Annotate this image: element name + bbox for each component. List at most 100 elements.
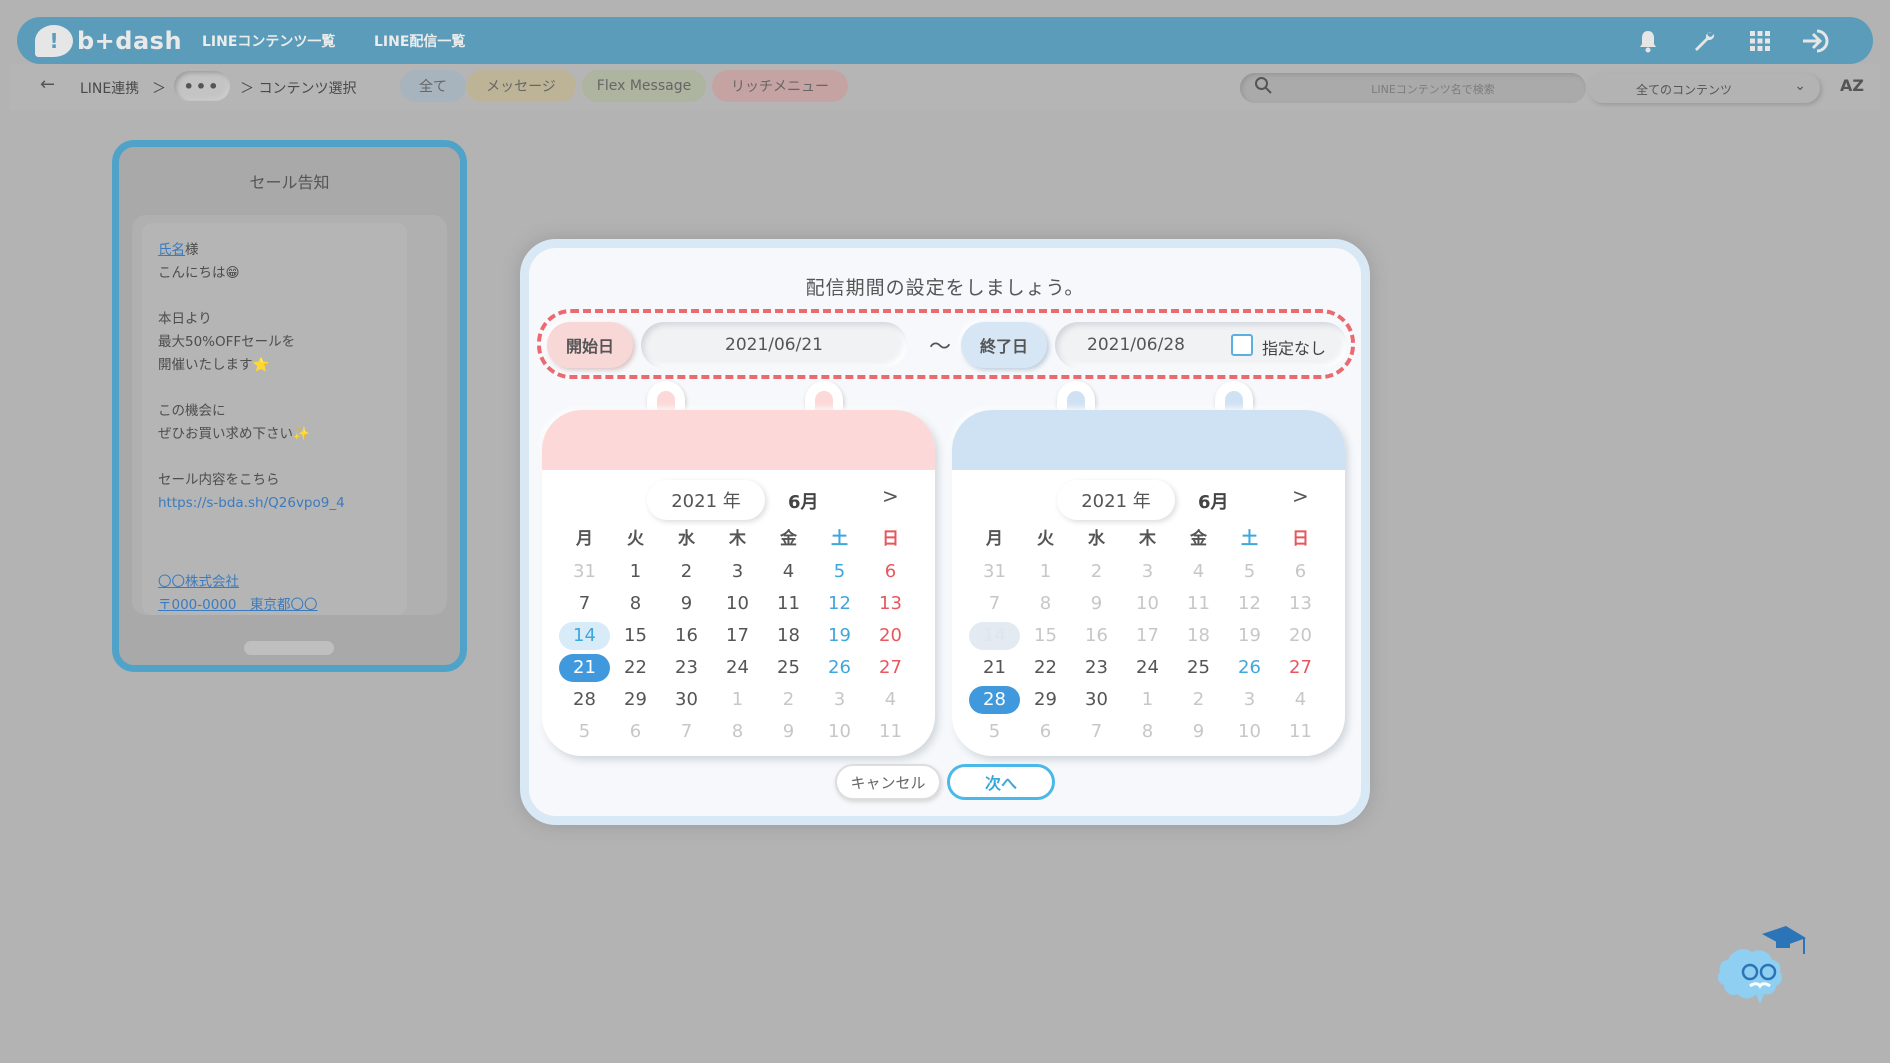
year-selector[interactable]: 2021 年 [647, 480, 765, 520]
calendar-day[interactable]: 10 [712, 590, 763, 618]
tab-rich-menu[interactable]: リッチメニュー [712, 70, 848, 102]
calendar-day: 17 [1136, 625, 1159, 646]
nav-line-contents[interactable]: LINEコンテンツ一覧 [202, 31, 335, 51]
calendar-day: 8 [1141, 721, 1154, 742]
content-preview-card[interactable]: セール告知 氏名様 こんにちは😁 本日より 最大50%OFFセールを 開催いたし… [112, 140, 467, 672]
calendar-grid: 月火水木金土日 31 1 2 3 4 5 6 7 8 9 10 11 12 13 14 15 16 17 18 19 20… [559, 522, 916, 748]
calendar-day[interactable]: 1 [610, 558, 661, 586]
calendar-day: 20 [1289, 625, 1312, 646]
calendar-day[interactable]: 7 [559, 590, 610, 618]
apps-grid-icon[interactable] [1745, 26, 1775, 56]
wrench-icon[interactable] [1689, 26, 1719, 56]
message-line: この機会に [158, 403, 226, 419]
calendar-day: 1 [731, 689, 744, 710]
calendar-day: 2 [1090, 561, 1103, 582]
calendar-day: 9 [782, 721, 795, 742]
calendar-day[interactable]: 3 [712, 558, 763, 586]
calendar-day: 7 [680, 721, 693, 742]
calendar-day[interactable]: 24 [712, 654, 763, 682]
calendar-day[interactable]: 11 [763, 590, 814, 618]
calendar-day[interactable]: 30 [661, 686, 712, 714]
calendar-day[interactable]: 14 [559, 622, 610, 650]
no-end-date-label[interactable]: 指定なし [1262, 335, 1326, 359]
calendar-day: 14 [969, 622, 1020, 650]
calendar-week-row: 5 6 7 8 9 10 11 [969, 716, 1326, 748]
calendar-day[interactable]: 20 [865, 622, 916, 650]
calendar-day-selected[interactable]: 28 [969, 686, 1020, 714]
calendar-day[interactable]: 30 [1071, 686, 1122, 714]
calendar-day: 11 [1187, 593, 1210, 614]
calendar-day[interactable]: 15 [610, 622, 661, 650]
tab-message[interactable]: メッセージ [466, 70, 576, 102]
calendar-day[interactable]: 13 [865, 590, 916, 618]
calendar-day[interactable]: 28 [559, 686, 610, 714]
sort-az-icon[interactable]: AZ [1840, 76, 1864, 95]
breadcrumb-more-button[interactable]: ••• [174, 71, 230, 101]
calendar-day[interactable]: 25 [763, 654, 814, 682]
toolbar: ← LINE連携 ＞ ••• ＞ コンテンツ選択 全て メッセージ Flex M… [10, 64, 1880, 110]
calendar-day[interactable]: 27 [865, 654, 916, 682]
calendar-day[interactable]: 23 [661, 654, 712, 682]
year-selector[interactable]: 2021 年 [1057, 480, 1175, 520]
cancel-button[interactable]: キャンセル [835, 764, 941, 800]
tab-flex-message[interactable]: Flex Message [582, 70, 706, 102]
calendar-day: 15 [1034, 625, 1057, 646]
breadcrumb-current: ＞ コンテンツ選択 [240, 81, 357, 97]
calendar-day[interactable]: 17 [712, 622, 763, 650]
calendar-day[interactable]: 4 [763, 558, 814, 586]
calendar-day[interactable]: 16 [661, 622, 712, 650]
calendar-day[interactable]: 6 [865, 558, 916, 586]
calendar-day[interactable]: 9 [661, 590, 712, 618]
calendar-day: 9 [1090, 593, 1103, 614]
calendar-day[interactable]: 22 [610, 654, 661, 682]
calendar-day[interactable]: 24 [1122, 654, 1173, 682]
logout-icon[interactable] [1801, 26, 1831, 56]
preview-home-bar [244, 641, 334, 655]
calendar-day: 11 [1289, 721, 1312, 742]
assistant-mascot-icon[interactable] [1710, 920, 1810, 1020]
calendar-day[interactable]: 23 [1071, 654, 1122, 682]
start-date-field[interactable]: 2021/06/21 [641, 322, 907, 368]
nav-line-deliveries[interactable]: LINE配信一覧 [374, 31, 465, 51]
calendar-header-band [542, 410, 935, 470]
next-month-button[interactable]: > [882, 484, 899, 508]
logo[interactable]: ! b+dash [35, 23, 182, 59]
calendar-day[interactable]: 12 [814, 590, 865, 618]
calendar-day[interactable]: 5 [814, 558, 865, 586]
search-input[interactable]: LINEコンテンツ名で検索 [1240, 73, 1586, 103]
no-end-date-checkbox[interactable] [1231, 334, 1253, 356]
calendar-week-row: 5 6 7 8 9 10 11 [559, 716, 916, 748]
company-name: 〇〇株式会社 [158, 574, 239, 590]
calendar-day[interactable]: 26 [814, 654, 865, 682]
calendar-day[interactable]: 2 [661, 558, 712, 586]
bell-icon[interactable] [1633, 26, 1663, 56]
app-header: ! b+dash LINEコンテンツ一覧 LINE配信一覧 [17, 17, 1873, 64]
calendar-day: 1 [1141, 689, 1154, 710]
calendar-day[interactable]: 22 [1020, 654, 1071, 682]
next-button[interactable]: 次へ [947, 764, 1055, 800]
calendar-day[interactable]: 8 [610, 590, 661, 618]
company-address: 〒000-0000 東京都〇〇 [158, 597, 318, 613]
breadcrumb-line-link[interactable]: LINE連携 [80, 78, 139, 98]
tab-all[interactable]: 全て [400, 70, 466, 102]
calendar-day[interactable]: 29 [610, 686, 661, 714]
range-separator: 〜 [929, 335, 952, 360]
content-filter-select[interactable]: 全てのコンテンツ ⌄ [1588, 73, 1820, 103]
calendar-day[interactable]: 19 [814, 622, 865, 650]
calendar-day[interactable]: 18 [763, 622, 814, 650]
back-arrow-icon[interactable]: ← [40, 74, 55, 95]
calendar-day-selected[interactable]: 21 [559, 654, 610, 682]
calendar-day: 5 [578, 721, 591, 742]
calendar-day[interactable]: 29 [1020, 686, 1071, 714]
calendar-day: 31 [573, 561, 596, 582]
next-month-button[interactable]: > [1292, 484, 1309, 508]
calendar-day[interactable]: 27 [1275, 654, 1326, 682]
calendar-day: 2 [1192, 689, 1205, 710]
start-date-calendar: 2021 年 6月 > 月火水木金土日 31 1 2 3 4 5 6 7 8 9 10 11 12 13 14… [542, 410, 935, 756]
content-filter-value: 全てのコンテンツ [1635, 83, 1732, 97]
calendar-day: 4 [884, 689, 897, 710]
calendar-day[interactable]: 26 [1224, 654, 1275, 682]
calendar-day[interactable]: 25 [1173, 654, 1224, 682]
calendar-day: 5 [988, 721, 1001, 742]
calendar-day[interactable]: 21 [969, 654, 1020, 682]
